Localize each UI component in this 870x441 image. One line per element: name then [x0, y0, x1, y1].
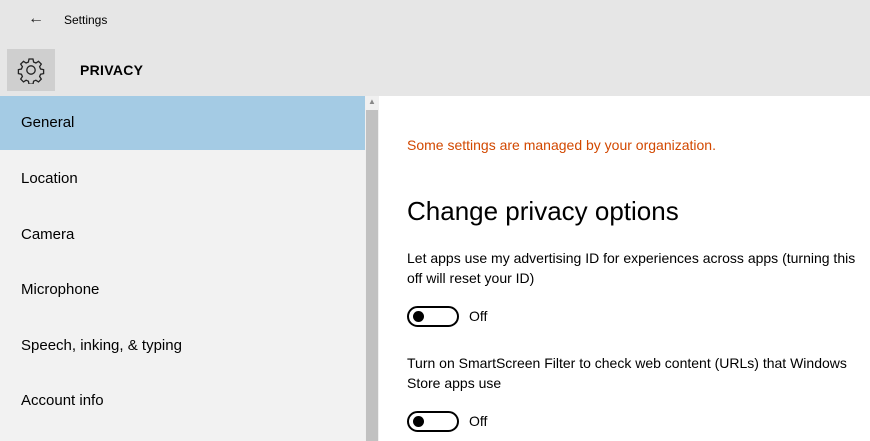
scroll-thumb[interactable]: [366, 110, 378, 441]
page-title: PRIVACY: [80, 62, 144, 78]
smartscreen-state: Off: [469, 413, 488, 429]
advertising-id-description: Let apps use my advertising ID for exper…: [407, 250, 856, 286]
page-header: PRIVACY: [0, 40, 870, 96]
sidebar-item-camera[interactable]: Camera: [0, 208, 365, 262]
sidebar-item-label: Location: [21, 170, 78, 187]
toggle-knob: [413, 416, 424, 427]
sidebar-item-label: Account info: [21, 392, 104, 409]
advertising-id-toggle[interactable]: [407, 306, 459, 327]
sidebar-item-speech-inking-typing[interactable]: Speech, inking, & typing: [0, 319, 365, 373]
scroll-up-arrow-icon[interactable]: ▲: [365, 96, 379, 108]
sidebar-item-location[interactable]: Location: [0, 152, 365, 206]
sidebar-item-label: General: [21, 114, 75, 131]
smartscreen-description: Turn on SmartScreen Filter to check web …: [407, 355, 847, 391]
toggle-knob: [413, 311, 424, 322]
sidebar-item-microphone[interactable]: Microphone: [0, 263, 365, 317]
settings-home-button[interactable]: [7, 49, 55, 91]
window-title: Settings: [64, 13, 108, 27]
sidebar-scrollbar[interactable]: ▲: [365, 96, 379, 441]
back-arrow-icon: ←: [28, 10, 44, 27]
sidebar-item-label: Speech, inking, & typing: [21, 337, 182, 354]
back-button[interactable]: ←: [26, 8, 46, 30]
smartscreen-toggle[interactable]: [407, 411, 459, 432]
gear-icon: [17, 58, 45, 84]
sidebar-item-general[interactable]: General: [0, 96, 365, 150]
org-managed-notice: Some settings are managed by your organi…: [407, 137, 716, 153]
sidebar-item-label: Microphone: [21, 281, 100, 298]
sidebar: General Location Camera Microphone Speec…: [0, 96, 365, 441]
sidebar-item-label: Camera: [21, 226, 75, 243]
advertising-id-state: Off: [469, 308, 488, 324]
sidebar-item-account-info[interactable]: Account info: [0, 374, 365, 428]
section-title: Change privacy options: [407, 196, 679, 226]
title-bar: ← Settings: [0, 0, 870, 40]
